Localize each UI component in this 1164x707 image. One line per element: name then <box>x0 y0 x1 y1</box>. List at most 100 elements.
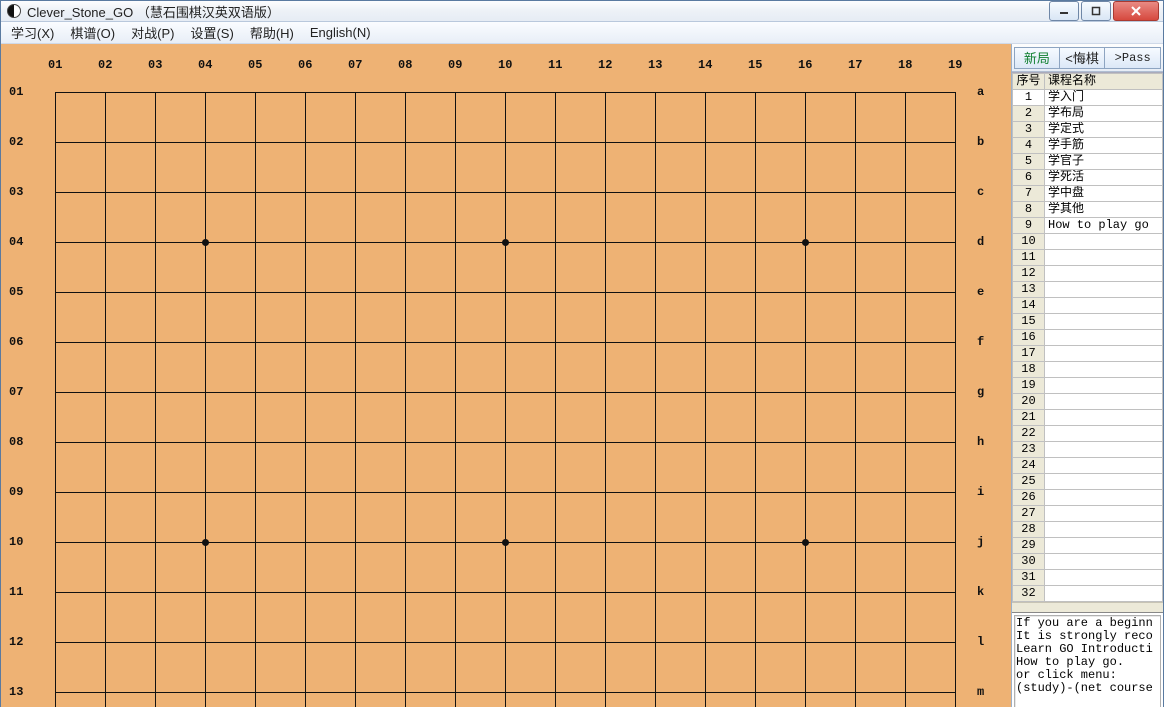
top-coord: 05 <box>248 58 262 72</box>
menu-record[interactable]: 棋谱(O) <box>66 22 119 43</box>
lesson-table[interactable]: 序号 课程名称 1学入门2学布局3学定式4学手筋5学官子6学死活7学中盘8学其他… <box>1012 73 1163 602</box>
left-coord: 03 <box>9 185 23 199</box>
table-row[interactable]: 14 <box>1013 298 1163 314</box>
menubar: 学习(X) 棋谱(O) 对战(P) 设置(S) 帮助(H) English(N) <box>1 22 1163 44</box>
top-coord: 16 <box>798 58 812 72</box>
row-num: 28 <box>1013 522 1045 538</box>
row-num: 32 <box>1013 586 1045 602</box>
row-num: 31 <box>1013 570 1045 586</box>
row-name <box>1045 426 1163 442</box>
table-row[interactable]: 5学官子 <box>1013 154 1163 170</box>
row-num: 18 <box>1013 362 1045 378</box>
board-vline <box>505 92 506 707</box>
table-row[interactable]: 25 <box>1013 474 1163 490</box>
right-coord: g <box>977 385 984 399</box>
new-game-button[interactable]: 新局 <box>1014 47 1060 69</box>
table-row[interactable]: 16 <box>1013 330 1163 346</box>
row-num: 24 <box>1013 458 1045 474</box>
board-vline <box>955 92 956 707</box>
row-num: 7 <box>1013 186 1045 202</box>
table-row[interactable]: 28 <box>1013 522 1163 538</box>
top-coord: 07 <box>348 58 362 72</box>
app-window: Clever_Stone_GO （慧石围棋汉英双语版） 学习(X) 棋谱(O) … <box>0 0 1164 707</box>
undo-button[interactable]: <悔棋 <box>1060 47 1106 69</box>
row-name <box>1045 250 1163 266</box>
table-row[interactable]: 21 <box>1013 410 1163 426</box>
table-row[interactable]: 12 <box>1013 266 1163 282</box>
table-row[interactable]: 3学定式 <box>1013 122 1163 138</box>
col-name-header[interactable]: 课程名称 <box>1045 74 1163 90</box>
top-coord: 19 <box>948 58 962 72</box>
row-name: 学其他 <box>1045 202 1163 218</box>
menu-settings[interactable]: 设置(S) <box>186 22 237 43</box>
pass-button[interactable]: >Pass <box>1105 47 1161 69</box>
table-row[interactable]: 4学手筋 <box>1013 138 1163 154</box>
table-row[interactable]: 11 <box>1013 250 1163 266</box>
board-vline <box>405 92 406 707</box>
table-row[interactable]: 23 <box>1013 442 1163 458</box>
table-row[interactable]: 1学入门 <box>1013 90 1163 106</box>
menu-help[interactable]: 帮助(H) <box>246 22 298 43</box>
right-coord: k <box>977 585 984 599</box>
table-row[interactable]: 27 <box>1013 506 1163 522</box>
table-row[interactable]: 24 <box>1013 458 1163 474</box>
star-point <box>202 539 209 546</box>
lesson-table-wrap[interactable]: 序号 课程名称 1学入门2学布局3学定式4学手筋5学官子6学死活7学中盘8学其他… <box>1012 72 1163 602</box>
right-coord: j <box>977 535 984 549</box>
row-name <box>1045 314 1163 330</box>
table-row[interactable]: 7学中盘 <box>1013 186 1163 202</box>
table-row[interactable]: 30 <box>1013 554 1163 570</box>
row-num: 13 <box>1013 282 1045 298</box>
left-coord: 10 <box>9 535 23 549</box>
maximize-button[interactable] <box>1081 1 1111 21</box>
left-coord: 05 <box>9 285 23 299</box>
info-line: (study)-(net course <box>1016 682 1159 695</box>
board-vline <box>905 92 906 707</box>
table-row[interactable]: 29 <box>1013 538 1163 554</box>
left-coord: 01 <box>9 85 23 99</box>
minimize-button[interactable] <box>1049 1 1079 21</box>
table-row[interactable]: 15 <box>1013 314 1163 330</box>
top-coord: 03 <box>148 58 162 72</box>
table-row[interactable]: 26 <box>1013 490 1163 506</box>
row-num: 17 <box>1013 346 1045 362</box>
row-name <box>1045 554 1163 570</box>
table-row[interactable]: 19 <box>1013 378 1163 394</box>
row-num: 26 <box>1013 490 1045 506</box>
table-row[interactable]: 31 <box>1013 570 1163 586</box>
table-row[interactable]: 17 <box>1013 346 1163 362</box>
right-coord: c <box>977 185 984 199</box>
menu-english[interactable]: English(N) <box>306 24 375 41</box>
row-num: 5 <box>1013 154 1045 170</box>
row-num: 15 <box>1013 314 1045 330</box>
table-row[interactable]: 6学死活 <box>1013 170 1163 186</box>
menu-study[interactable]: 学习(X) <box>7 22 58 43</box>
board-vline <box>755 92 756 707</box>
row-name <box>1045 378 1163 394</box>
table-row[interactable]: 32 <box>1013 586 1163 602</box>
right-coord: a <box>977 85 984 99</box>
board-vline <box>205 92 206 707</box>
row-num: 14 <box>1013 298 1045 314</box>
menu-match[interactable]: 对战(P) <box>127 22 178 43</box>
table-row[interactable]: 2学布局 <box>1013 106 1163 122</box>
top-coord: 15 <box>748 58 762 72</box>
top-coord: 12 <box>598 58 612 72</box>
table-row[interactable]: 18 <box>1013 362 1163 378</box>
row-name <box>1045 266 1163 282</box>
titlebar[interactable]: Clever_Stone_GO （慧石围棋汉英双语版） <box>1 1 1163 22</box>
row-name <box>1045 506 1163 522</box>
top-coord: 06 <box>298 58 312 72</box>
table-row[interactable]: 22 <box>1013 426 1163 442</box>
right-coord: b <box>977 135 984 149</box>
board-vline <box>805 92 806 707</box>
table-row[interactable]: 9How to play go <box>1013 218 1163 234</box>
table-row[interactable]: 13 <box>1013 282 1163 298</box>
col-num-header[interactable]: 序号 <box>1013 74 1045 90</box>
table-row[interactable]: 8学其他 <box>1013 202 1163 218</box>
table-row[interactable]: 20 <box>1013 394 1163 410</box>
go-board[interactable]: 0102030405060708091011121314151617181901… <box>1 44 1011 707</box>
table-row[interactable]: 10 <box>1013 234 1163 250</box>
close-button[interactable] <box>1113 1 1159 21</box>
row-num: 19 <box>1013 378 1045 394</box>
